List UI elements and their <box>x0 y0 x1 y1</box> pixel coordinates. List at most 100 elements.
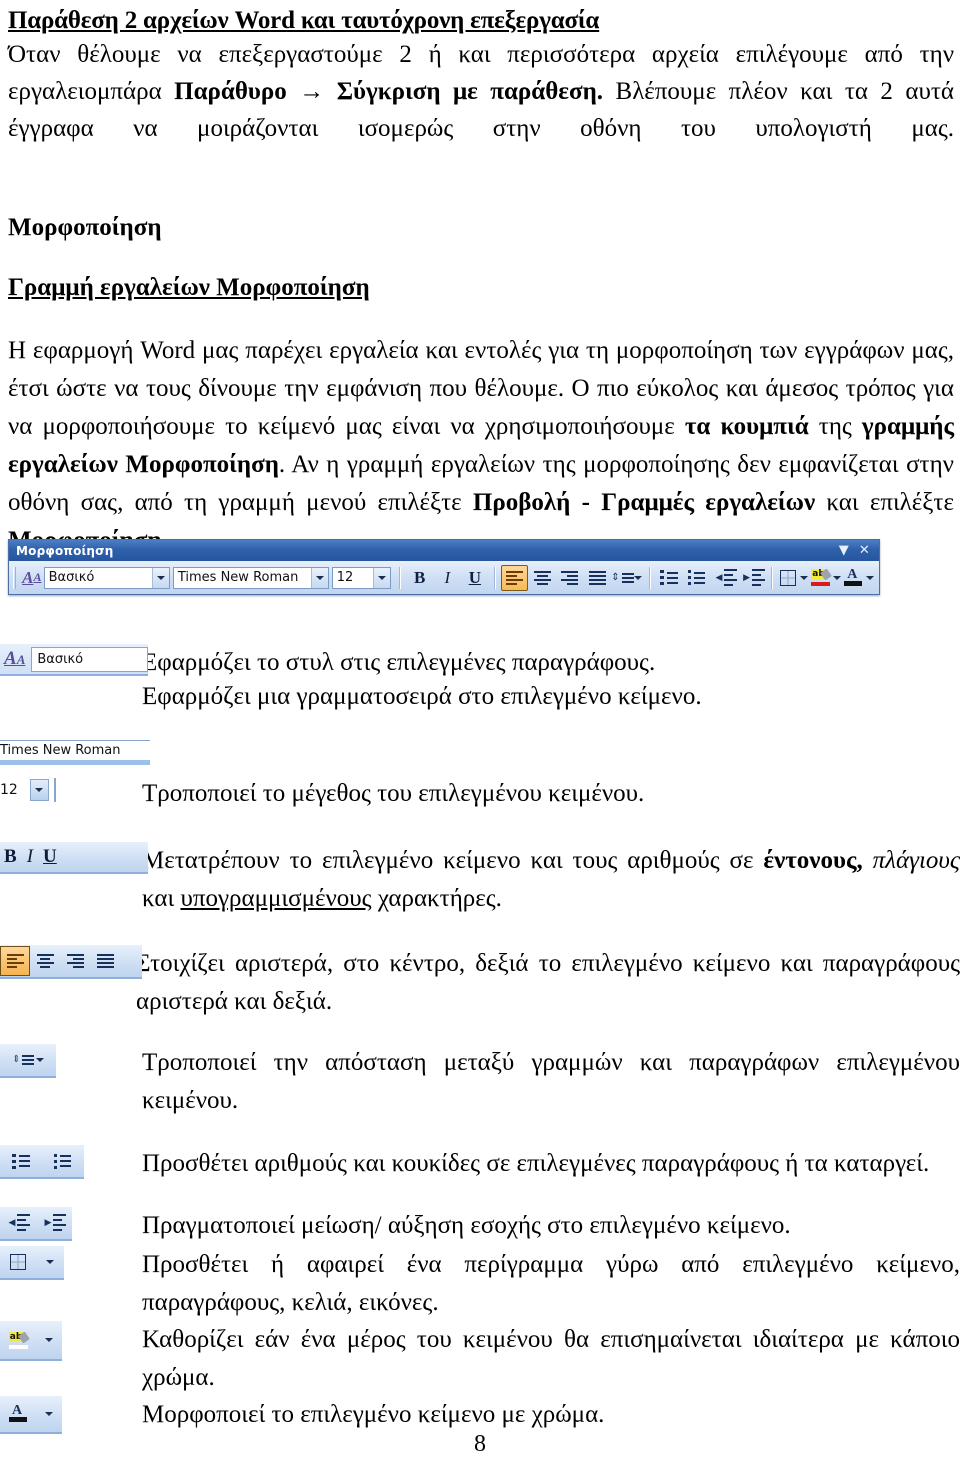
decrease-indent-icon[interactable]: ◀ <box>9 1214 31 1231</box>
list-item: ab Καθορίζει εάν ένα μέρος του κειμένου … <box>0 1321 960 1396</box>
font-name-fragment: Times New Roman <box>0 724 150 765</box>
style-value-box[interactable]: Βασικό <box>31 646 148 672</box>
borders-chevron-down-icon[interactable] <box>798 565 811 591</box>
align-left-button[interactable] <box>500 564 529 591</box>
biu-desc-a: Μετατρέπουν το επιλεγμένο κείμενο και το… <box>142 847 754 874</box>
align-justify-button[interactable] <box>90 946 120 976</box>
numbered-list-icon[interactable] <box>11 1153 31 1169</box>
align-right-icon <box>561 570 579 585</box>
borders-fragment-frame <box>0 1246 64 1280</box>
numbering-fragment-frame <box>0 1145 84 1179</box>
formatting-toolbar-screenshot: Μορφοποίηση ▼ ✕ AA Βασικό Times New Roma… <box>8 539 880 595</box>
numbering-fragment <box>0 1145 148 1179</box>
indent-fragment-frame: ◀ ▶ <box>0 1206 72 1241</box>
increase-indent-icon[interactable]: ▶ <box>45 1214 67 1231</box>
toolbar-options-icon[interactable]: ▼ <box>834 544 854 557</box>
highlight-chevron-down-icon[interactable] <box>831 565 844 591</box>
highlight-fragment: ab <box>0 1321 148 1361</box>
list-item: ◀ ▶ Πραγματοποιεί μείωση/ αύξηση εσοχής … <box>0 1206 960 1245</box>
list-item: Προσθέτει ή αφαιρεί ένα περίγραμμα γύρω … <box>0 1246 960 1321</box>
toolbar-grip-handle[interactable] <box>13 566 17 589</box>
style-chevron-down-icon[interactable] <box>151 567 169 588</box>
font-size-chevron-down-icon[interactable] <box>372 567 390 588</box>
intro-paragraph: Όταν θέλουμε να επεξεργαστούμε 2 ή και π… <box>8 36 954 184</box>
borders-fragment <box>0 1246 148 1280</box>
style-icon: AA <box>22 567 42 587</box>
font-chevron-down-icon[interactable] <box>310 567 328 588</box>
bullets-button[interactable] <box>684 565 712 591</box>
style-box-fragment: AA Βασικό <box>0 644 148 676</box>
bold-button[interactable]: B <box>406 565 434 591</box>
style-combobox[interactable]: Βασικό <box>43 566 170 589</box>
line-spacing-icon[interactable]: ⇕ <box>12 1053 35 1068</box>
font-size-combobox[interactable]: 12 <box>331 566 391 589</box>
highlight-description: Καθορίζει εάν ένα μέρος του κειμένου θα … <box>142 1326 960 1391</box>
size-fragment-frame: 12 <box>0 775 148 805</box>
decrease-indent-button[interactable]: ◀ <box>711 565 739 591</box>
borders-chevron-down-icon[interactable] <box>46 1260 54 1264</box>
increase-indent-icon: ▶ <box>743 569 765 586</box>
align-right-button[interactable] <box>556 565 584 591</box>
biu-desc-italic: πλάγιους <box>872 847 960 874</box>
body-text-1: Η εφαρμογή Word μας παρέχει εργαλεία και… <box>8 336 954 440</box>
list-item: ⇕ Τροποποιεί την απόσταση μεταξύ γραμμών… <box>0 1044 960 1119</box>
font-size-value: 12 <box>336 570 354 585</box>
document-page: Παράθεση 2 αρχείων Word και ταυτόχρονη ε… <box>0 6 960 1484</box>
font-size-value[interactable]: 12 <box>0 782 18 798</box>
italic-button[interactable]: I <box>433 565 461 591</box>
borders-icon[interactable] <box>10 1254 26 1270</box>
bold-button[interactable]: B <box>4 846 17 868</box>
alignment-fragment <box>0 945 142 979</box>
highlight-icon[interactable]: ab <box>8 1331 30 1349</box>
increase-indent-button[interactable]: ▶ <box>739 565 767 591</box>
line-spacing-description: Τροποποιεί την απόσταση μεταξύ γραμμών κ… <box>142 1049 960 1114</box>
toolbar-caption-bar: Μορφοποίηση ▼ ✕ <box>9 540 879 561</box>
list-item: Προσθέτει αριθμούς και κουκίδες σε επιλε… <box>0 1145 960 1183</box>
biu-desc-b: και <box>142 884 175 912</box>
numbering-button[interactable] <box>656 565 684 591</box>
close-icon[interactable]: ✕ <box>854 544 875 557</box>
align-left-icon <box>505 570 523 585</box>
italic-button[interactable]: I <box>27 846 33 868</box>
indent-fragment: ◀ ▶ <box>0 1206 148 1241</box>
font-color-button[interactable]: A <box>843 565 863 591</box>
numbering-description: Προσθέτει αριθμούς και κουκίδες σε επιλε… <box>142 1150 930 1177</box>
align-center-icon <box>36 954 54 968</box>
borders-button[interactable] <box>778 565 798 591</box>
align-center-button[interactable] <box>30 946 60 976</box>
separator <box>648 566 651 589</box>
bulleted-list-icon[interactable] <box>53 1153 73 1169</box>
underline-button[interactable]: U <box>461 565 489 591</box>
font-name-value[interactable]: Times New Roman <box>0 741 150 758</box>
font-color-chevron-down-icon[interactable] <box>45 1412 53 1416</box>
sub-heading: Γραμμή εργαλείων Μορφοποίηση <box>8 273 370 301</box>
highlight-chevron-down-icon[interactable] <box>45 1338 54 1342</box>
align-left-button[interactable] <box>0 946 30 976</box>
font-color-fragment: A <box>0 1396 148 1434</box>
biu-description: Μετατρέπουν το επιλεγμένο κείμενο και το… <box>142 842 960 917</box>
toolbar-button-row: AA Βασικό Times New Roman 12 B I U ⇕ ◀ ▶… <box>9 561 879 594</box>
font-size-chevron-down-icon[interactable] <box>29 778 49 801</box>
line-spacing-button[interactable]: ⇕ <box>611 565 634 591</box>
align-justify-button[interactable] <box>584 565 612 591</box>
align-center-button[interactable] <box>528 565 556 591</box>
biu-desc-underline: υπογραμμισμένους <box>180 884 372 912</box>
highlight-icon: ab <box>811 568 833 586</box>
underline-button[interactable]: U <box>43 846 57 868</box>
font-color-chevron-down-icon[interactable] <box>863 565 876 591</box>
biu-fragment-frame: B I U <box>0 842 148 874</box>
list-item: Times New Roman Εφαρμόζει μια γραμματοσε… <box>0 683 960 765</box>
separator <box>398 566 401 589</box>
font-color-icon[interactable]: A <box>9 1403 27 1423</box>
borders-icon <box>780 569 797 586</box>
biu-desc-bold: έντονους, <box>763 847 863 874</box>
font-combobox[interactable]: Times New Roman <box>172 566 329 589</box>
numbered-list-icon <box>660 570 679 585</box>
line-spacing-chevron-down-icon[interactable] <box>36 1058 44 1062</box>
body-bold-view-menu: Προβολή - Γραμμές εργαλείων <box>472 488 816 516</box>
line-spacing-fragment: ⇕ <box>0 1044 148 1078</box>
align-right-button[interactable] <box>60 946 90 976</box>
intro-menu-path: Παράθυρο → Σύγκριση με παράθεση. <box>174 77 604 105</box>
highlight-button[interactable]: ab <box>811 565 833 591</box>
font-value: Times New Roman <box>177 570 299 585</box>
